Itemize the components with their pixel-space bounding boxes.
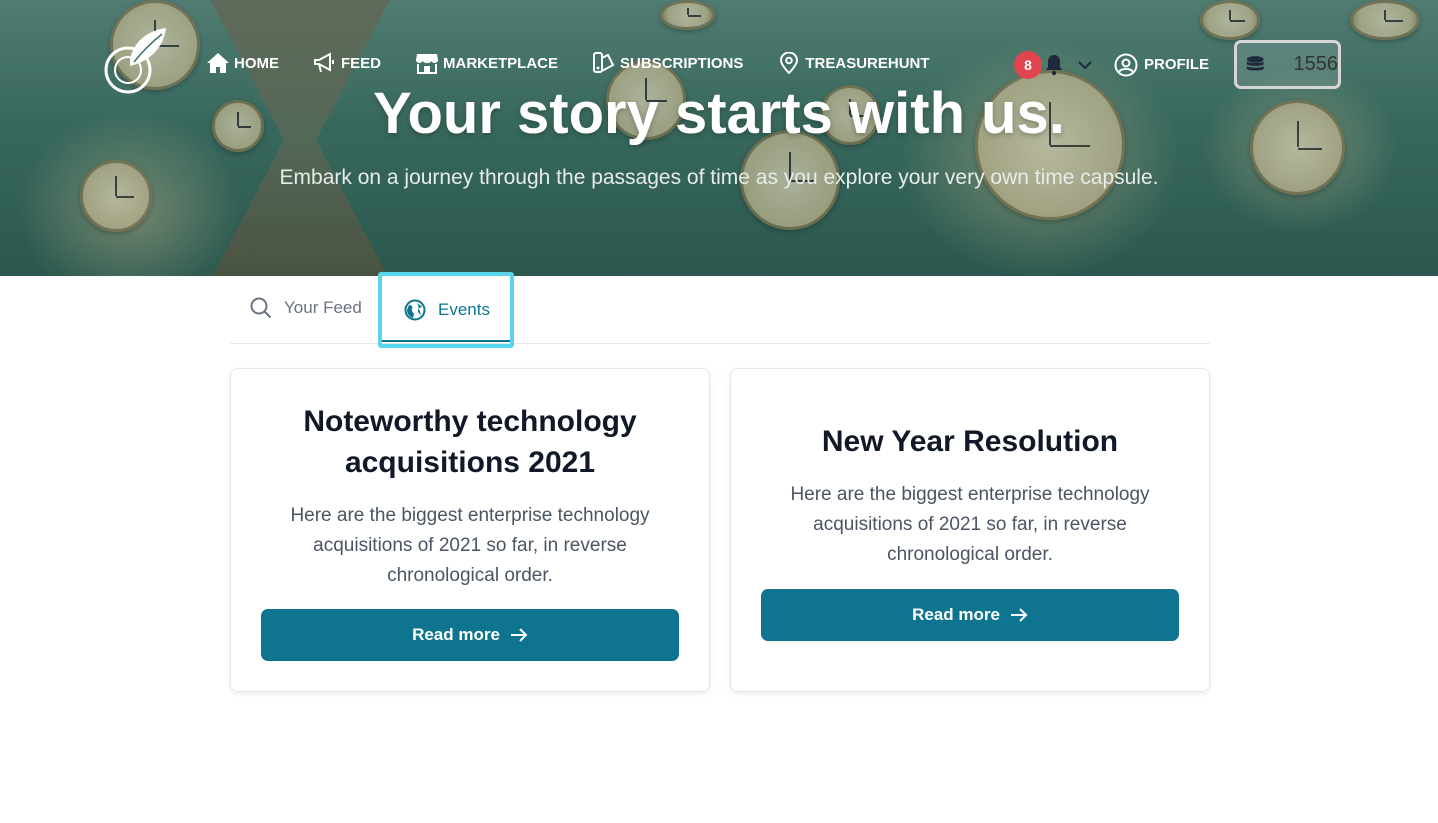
hero-title: Your story starts with us.: [373, 81, 1065, 146]
megaphone-icon: [314, 52, 334, 73]
nav-subscriptions-label: SUBSCRIPTIONS: [620, 54, 744, 72]
profile-link[interactable]: PROFILE: [1114, 53, 1209, 77]
coin-balance-value: 1556: [1293, 53, 1339, 75]
event-card: Noteworthy technology acquisitions 2021 …: [230, 368, 710, 692]
event-card: New Year Resolution Here are the biggest…: [730, 368, 1210, 692]
card-title: New Year Resolution: [821, 425, 1119, 458]
nav-home[interactable]: HOME: [206, 52, 279, 74]
nav-feed[interactable]: FEED: [313, 52, 381, 74]
nav-marketplace-label: MARKETPLACE: [443, 54, 559, 72]
globe-icon: [404, 299, 426, 321]
nav-marketplace[interactable]: MARKETPLACE: [415, 52, 558, 74]
notification-badge[interactable]: 8: [1014, 50, 1042, 79]
feed-tabs: Your Feed Events: [230, 272, 1210, 348]
home-icon: [207, 53, 229, 73]
chevron-down-icon[interactable]: [1078, 60, 1092, 70]
tab-events[interactable]: Events: [378, 272, 514, 348]
coins-icon: [1246, 55, 1264, 70]
nav-treasurehunt[interactable]: TREASUREHUNT: [777, 52, 930, 74]
hero-subtitle: Embark on a journey through the passages…: [279, 166, 1159, 189]
nav-home-label: HOME: [234, 54, 279, 72]
nav-subscriptions[interactable]: SUBSCRIPTIONS: [592, 52, 743, 74]
hero-banner: HOME FEED MARKETPLACE SUBSCRIPTIONS TREA…: [0, 0, 1438, 276]
tab-your-feed-label: Your Feed: [284, 298, 362, 317]
read-more-label: Read more: [912, 605, 1000, 624]
arrow-right-icon: [510, 628, 528, 642]
card-description: Here are the biggest enterprise technolo…: [290, 505, 650, 586]
search-icon: [250, 297, 272, 319]
store-icon: [416, 54, 439, 74]
main-nav: HOME FEED MARKETPLACE SUBSCRIPTIONS TREA…: [206, 52, 964, 74]
arrow-right-icon: [1010, 608, 1028, 622]
tab-your-feed[interactable]: Your Feed: [250, 272, 362, 344]
bell-icon[interactable]: [1044, 54, 1064, 76]
read-more-button[interactable]: Read more: [261, 609, 679, 661]
card-description: Here are the biggest enterprise technolo…: [790, 484, 1150, 565]
swatch-icon: [593, 52, 615, 73]
map-pin-icon: [780, 52, 799, 74]
nav-treasurehunt-label: TREASUREHUNT: [805, 54, 930, 72]
read-more-label: Read more: [412, 625, 500, 644]
read-more-button[interactable]: Read more: [761, 589, 1179, 641]
card-title: Noteworthy technology acquisitions 2021: [303, 405, 637, 479]
user-circle-icon: [1114, 53, 1138, 76]
nav-feed-label: FEED: [341, 54, 382, 72]
profile-label: PROFILE: [1144, 56, 1210, 73]
tab-events-label: Events: [438, 300, 490, 319]
